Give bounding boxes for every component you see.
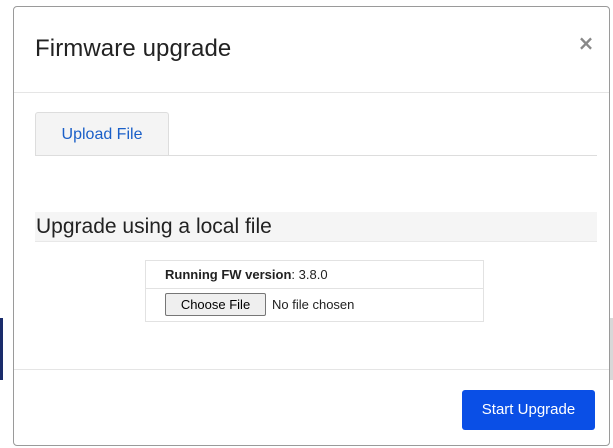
- tab-bar: Upload File: [35, 112, 597, 156]
- file-status-text: No file chosen: [272, 297, 355, 312]
- section-heading: Upgrade using a local file: [35, 212, 597, 242]
- start-upgrade-button[interactable]: Start Upgrade: [462, 390, 595, 430]
- firmware-version-row: Running FW version: 3.8.0: [146, 261, 483, 289]
- tab-upload-file[interactable]: Upload File: [35, 112, 169, 155]
- firmware-panel: Running FW version: 3.8.0 Choose File No…: [145, 260, 484, 322]
- close-icon: ×: [577, 31, 595, 55]
- firmware-version-label: Running FW version: [165, 267, 292, 282]
- dialog-title: Firmware upgrade: [35, 35, 232, 62]
- choose-file-button[interactable]: Choose File: [165, 293, 266, 316]
- firmware-version-value: 3.8.0: [298, 267, 328, 282]
- file-input-row: Choose File No file chosen: [146, 289, 483, 321]
- dialog-footer: Start Upgrade: [14, 369, 609, 445]
- firmware-upgrade-dialog: Firmware upgrade × Upload File Upgrade u…: [13, 6, 610, 446]
- close-button[interactable]: ×: [576, 31, 596, 55]
- firmware-version-separator: :: [291, 267, 296, 282]
- backdrop-edge-left: [0, 318, 3, 380]
- dialog-header: Firmware upgrade ×: [14, 7, 609, 93]
